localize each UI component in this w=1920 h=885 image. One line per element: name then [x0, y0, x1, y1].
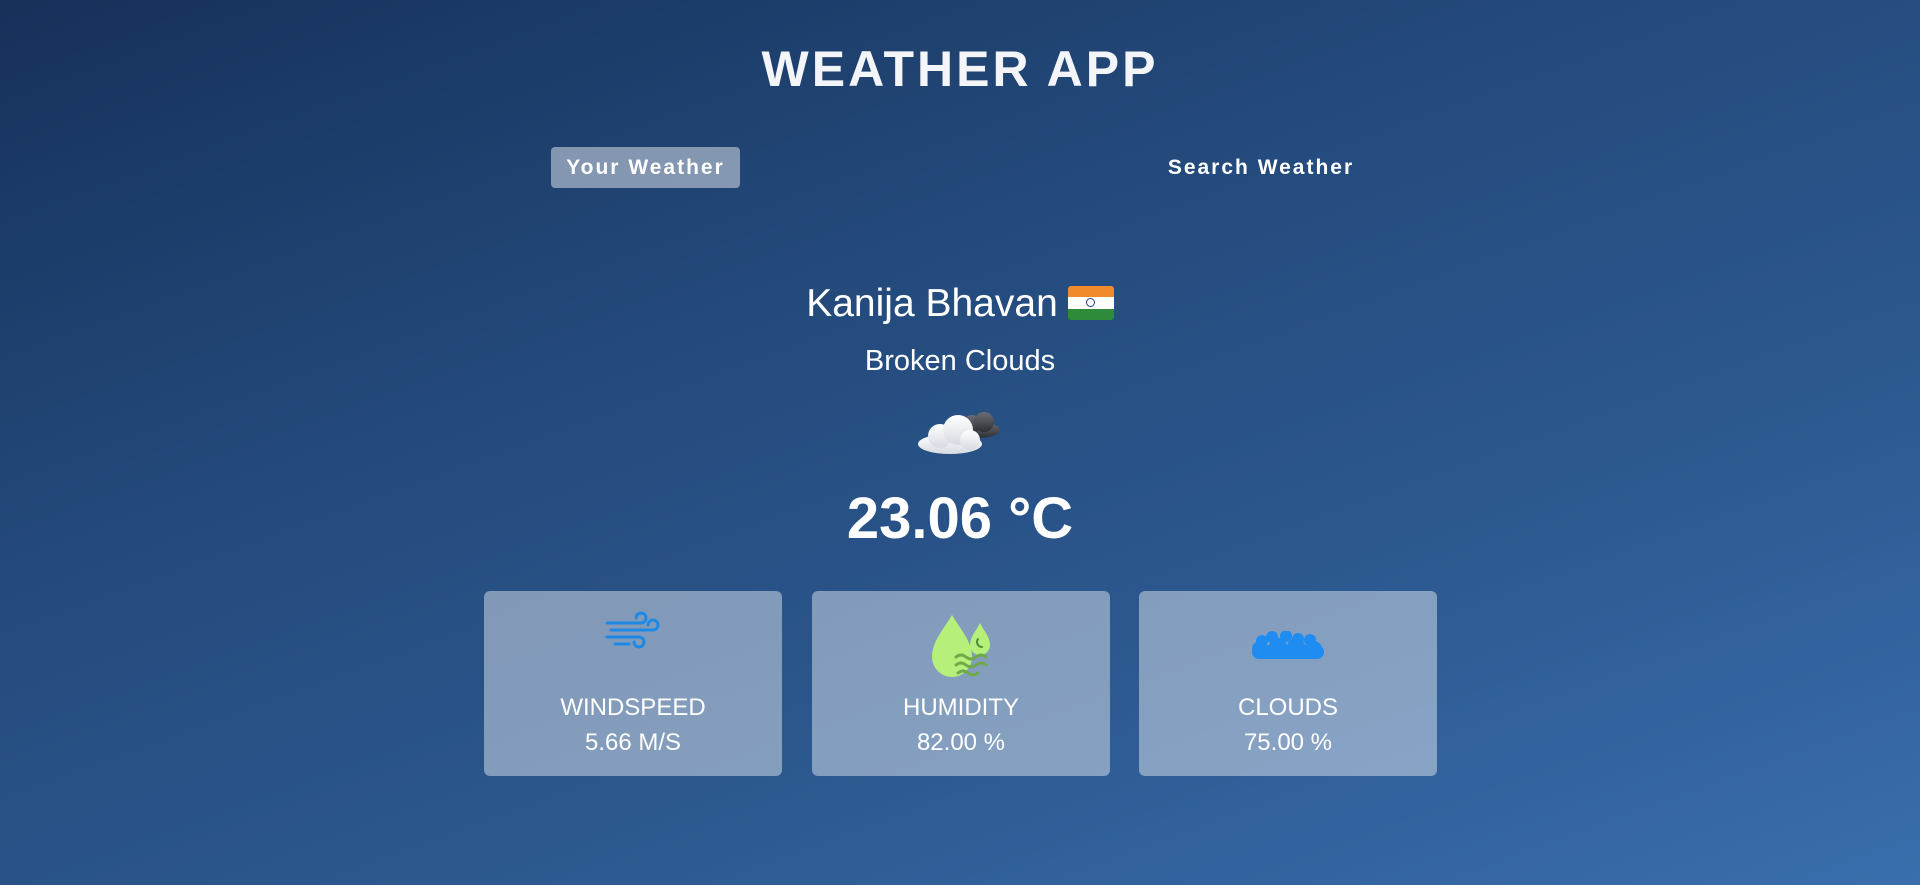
humidity-label: HUMIDITY: [903, 694, 1019, 721]
india-flag-icon: [1067, 286, 1114, 320]
humidity-card: HUMIDITY 82.00 %: [812, 591, 1110, 776]
humidity-value: 82.00 %: [916, 729, 1006, 756]
clouds-card: CLOUDS 75.00 %: [1139, 591, 1437, 776]
weather-description: Broken Clouds: [864, 345, 1056, 377]
city-name: Kanija Bhavan: [806, 282, 1058, 325]
broken-clouds-icon: [910, 398, 1010, 458]
location-heading: Kanija Bhavan: [0, 282, 1920, 326]
clouds-label: CLOUDS: [1237, 694, 1339, 721]
tab-your-weather[interactable]: Your Weather: [551, 147, 740, 188]
humidity-icon: [926, 613, 996, 686]
windspeed-label: WINDSPEED: [560, 694, 706, 721]
tab-search-weather[interactable]: Search Weather: [1155, 147, 1367, 188]
windspeed-card: WINDSPEED 5.66 M/S: [484, 591, 782, 776]
app-title: WEATHER APP: [761, 41, 1159, 97]
wind-icon: [603, 609, 663, 654]
windspeed-value: 5.66 M/S: [584, 729, 682, 756]
temperature-value: 23.06 °C: [846, 486, 1074, 551]
clouds-icon: [1250, 630, 1326, 666]
clouds-value: 75.00 %: [1243, 729, 1333, 756]
